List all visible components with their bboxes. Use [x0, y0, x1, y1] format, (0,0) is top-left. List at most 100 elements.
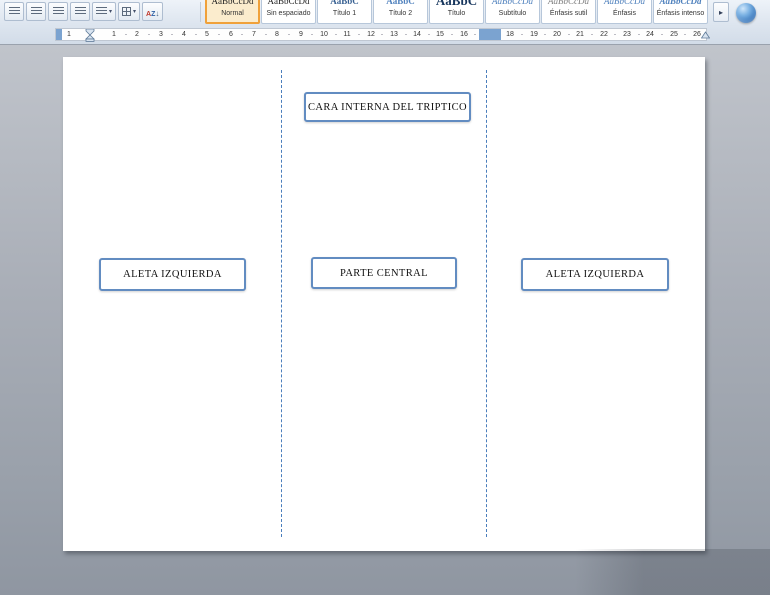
align-center-button[interactable]: [26, 2, 46, 21]
style-item-normal[interactable]: AaBbCcDdNormal: [205, 0, 260, 24]
ruler-column-gap-block: [479, 29, 501, 40]
borders-icon: [122, 7, 131, 16]
style-label: Normal: [206, 9, 259, 19]
ruler-number: 23: [623, 30, 631, 40]
ruler-tick: ·: [288, 29, 291, 40]
textbox-parte-central[interactable]: PARTE CENTRAL: [311, 257, 457, 289]
ruler-number: 1: [67, 30, 71, 40]
style-preview: AaBbC: [374, 0, 427, 9]
ruler-tick: ·: [568, 29, 571, 40]
ruler-tick: ·: [148, 29, 151, 40]
ruler-tick: ·: [474, 29, 477, 40]
ruler-number: 16: [460, 30, 468, 40]
ruler-number: 5: [205, 30, 209, 40]
ruler-number: 6: [229, 30, 233, 40]
dropdown-caret-icon: ▾: [109, 9, 112, 15]
ruler-tick: ·: [311, 29, 314, 40]
ruler-number: 20: [553, 30, 561, 40]
ruler-number: 24: [646, 30, 654, 40]
borders-button[interactable]: ▾: [118, 2, 140, 21]
ruler-number: 14: [413, 30, 421, 40]
style-item-titulo-2[interactable]: AaBbCTítulo 2: [373, 0, 428, 24]
style-preview: AaBbCcDd: [206, 0, 259, 9]
ruler-strip[interactable]: 1123456789101112131415161819202122232425…: [55, 28, 707, 41]
line-spacing-icon: [96, 7, 107, 16]
textbox-cara-interna[interactable]: CARA INTERNA DEL TRIPTICO: [304, 92, 471, 122]
style-preview: AaBbC: [430, 0, 483, 9]
styles-gallery: AaBbCcDdNormalAaBbCcDdSin espaciadoAaBbC…: [205, 0, 708, 24]
style-preview: AaBbCcDd: [486, 0, 539, 9]
style-label: Énfasis intenso: [654, 9, 707, 19]
ruler-tick: ·: [684, 29, 687, 40]
ribbon: ▾▾AZ↓ AaBbCcDdNormalAaBbCcDdSin espaciad…: [0, 0, 770, 45]
dropdown-caret-icon: ▾: [133, 9, 136, 15]
style-label: Sin espaciado: [262, 9, 315, 19]
style-item-subtitulo[interactable]: AaBbCcDdSubtítulo: [485, 0, 540, 24]
ruler-tick: ·: [451, 29, 454, 40]
sort-button[interactable]: AZ↓: [142, 2, 163, 21]
style-item-titulo[interactable]: AaBbCTítulo: [429, 0, 484, 24]
ruler-number: 4: [182, 30, 186, 40]
ruler-tick: ·: [591, 29, 594, 40]
document-page[interactable]: CARA INTERNA DEL TRIPTICO ALETA IZQUIERD…: [63, 57, 705, 551]
ruler-number: 9: [299, 30, 303, 40]
textbox-aleta-derecha[interactable]: ALETA IZQUIERDA: [521, 258, 669, 291]
ruler-tick: ·: [661, 29, 664, 40]
ruler-number: 19: [530, 30, 538, 40]
ruler-tick: ·: [218, 29, 221, 40]
word-window: { "toolbar": { "paragraph_buttons": [ {"…: [0, 0, 770, 595]
line-spacing-button[interactable]: ▾: [92, 2, 116, 21]
style-preview: AaBbCcDd: [262, 0, 315, 9]
style-item-sin-espaciado[interactable]: AaBbCcDdSin espaciado: [261, 0, 316, 24]
justify-icon: [75, 7, 86, 16]
align-right-button[interactable]: [48, 2, 68, 21]
ruler-tick: ·: [381, 29, 384, 40]
style-label: Título 2: [374, 9, 427, 19]
ruler-tick: ·: [544, 29, 547, 40]
align-center-icon: [31, 7, 42, 16]
ruler-number: 7: [252, 30, 256, 40]
justify-button[interactable]: [70, 2, 90, 21]
fold-line-right: [486, 70, 487, 537]
ruler-tick: ·: [171, 29, 174, 40]
ruler-number: 26: [693, 30, 701, 40]
style-label: Título: [430, 9, 483, 19]
style-label: Énfasis: [598, 9, 651, 19]
ruler-number: 12: [367, 30, 375, 40]
styles-gallery-more-button[interactable]: [713, 2, 729, 22]
ruler-tick: ·: [521, 29, 524, 40]
help-globe-icon[interactable]: [736, 3, 756, 23]
ruler-tick: ·: [195, 29, 198, 40]
ruler-number: 1: [112, 30, 116, 40]
ruler-tick: ·: [335, 29, 338, 40]
ruler-number: 13: [390, 30, 398, 40]
align-right-icon: [53, 7, 64, 16]
ruler-tick: ·: [241, 29, 244, 40]
style-item-enfasis-intenso[interactable]: AaBbCcDdÉnfasis intenso: [653, 0, 708, 24]
fold-line-left: [281, 70, 282, 537]
style-preview: AaBbCcDd: [542, 0, 595, 9]
ruler-number: 21: [576, 30, 584, 40]
style-preview: AaBbCcDd: [598, 0, 651, 9]
right-indent-marker[interactable]: [701, 31, 710, 39]
style-preview: AaBbCcDd: [654, 0, 707, 9]
style-label: Subtítulo: [486, 9, 539, 19]
style-item-enfasis-sutil[interactable]: AaBbCcDdÉnfasis sutil: [541, 0, 596, 24]
textbox-aleta-izquierda[interactable]: ALETA IZQUIERDA: [99, 258, 246, 291]
align-left-button[interactable]: [4, 2, 24, 21]
ruler-number: 25: [670, 30, 678, 40]
indent-marker[interactable]: [85, 29, 95, 42]
ruler-margin-block-left: [56, 29, 62, 40]
style-label: Título 1: [318, 9, 371, 19]
ruler-tick: ·: [125, 29, 128, 40]
style-item-titulo-1[interactable]: AaBbCTítulo 1: [317, 0, 372, 24]
ruler-tick: ·: [358, 29, 361, 40]
ruler-number: 18: [506, 30, 514, 40]
paragraph-group: ▾ ▾ AZ↓: [4, 2, 163, 21]
style-item-enfasis[interactable]: AaBbCcDdÉnfasis: [597, 0, 652, 24]
ruler-number: 11: [343, 30, 350, 40]
ruler-tick: ·: [428, 29, 431, 40]
ruler-number: 22: [600, 30, 608, 40]
ruler-number: 8: [275, 30, 279, 40]
workspace: CARA INTERNA DEL TRIPTICO ALETA IZQUIERD…: [0, 45, 770, 595]
